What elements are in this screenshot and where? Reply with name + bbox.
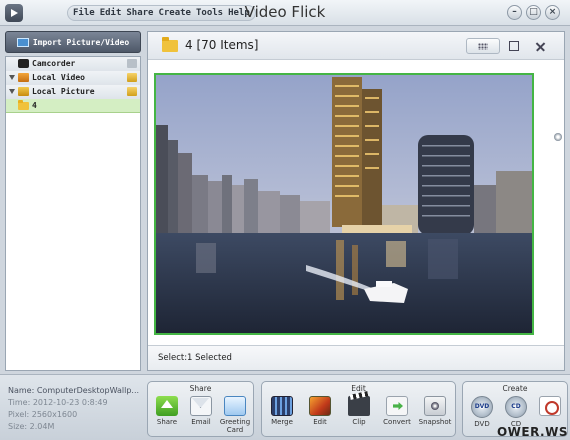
select-label: Select:	[158, 353, 188, 363]
cd-disc-icon: CD	[505, 396, 527, 418]
file-name: Name: ComputerDesktopWallp...	[8, 386, 140, 395]
expand-arrow-icon[interactable]	[9, 89, 15, 94]
link-icon	[539, 396, 561, 416]
photo-preview	[156, 75, 532, 333]
window-controls: – □ ×	[507, 5, 560, 20]
scroll-knob[interactable]	[554, 133, 562, 141]
menu-file[interactable]: File	[73, 8, 95, 18]
select-count: 1 Selected	[187, 353, 232, 363]
camcorder-action-icon[interactable]	[127, 59, 137, 68]
tool-label: Snapshot	[418, 418, 452, 426]
file-pixel: Pixel: 2560x1600	[8, 410, 78, 419]
email-icon	[190, 396, 212, 416]
status-bar: Select: 1 Selected	[148, 345, 564, 370]
email-button[interactable]: Email	[183, 396, 219, 426]
create-group-title: Create	[502, 384, 528, 393]
merge-button[interactable]: Merge	[264, 396, 300, 426]
folder-title: 4 [70 Items]	[185, 38, 259, 52]
edit-group-title: Edit	[351, 384, 366, 393]
tool-label: Convert	[383, 418, 411, 426]
maximize-icon[interactable]: □	[526, 5, 541, 20]
selected-photo[interactable]	[154, 73, 534, 335]
folder-icon	[18, 99, 29, 110]
edit-icon	[309, 396, 331, 416]
tree-item-label: Camcorder	[32, 59, 76, 68]
dvd-disc-icon: DVD	[471, 396, 493, 418]
tree-item-folder-4[interactable]: 4	[6, 99, 140, 113]
tree-item-local-picture[interactable]: Local Picture	[6, 85, 140, 99]
menu-bar: File Edit Share Create Tools Help	[67, 5, 256, 21]
folder-icon	[162, 37, 178, 52]
app-logo-icon	[5, 4, 23, 22]
expand-arrow-icon[interactable]	[9, 75, 15, 80]
view-mode-buttons	[466, 38, 554, 54]
tree-item-local-video[interactable]: Local Video	[6, 71, 140, 85]
add-video-folder-icon[interactable]	[127, 73, 137, 82]
share-group: Share Share Email Greeting Card	[147, 381, 254, 437]
tool-label: Email	[191, 418, 211, 426]
link-button[interactable]	[532, 396, 568, 418]
source-tree: Camcorder Local Video Local Picture 4	[5, 56, 141, 371]
minimize-icon[interactable]: –	[507, 5, 522, 20]
camera-icon	[424, 396, 446, 416]
fullscreen-button[interactable]	[527, 38, 554, 54]
vertical-scrollbar[interactable]	[554, 63, 562, 339]
tree-item-camcorder[interactable]: Camcorder	[6, 57, 140, 71]
convert-button[interactable]: Convert	[379, 396, 415, 426]
menu-share[interactable]: Share	[126, 8, 153, 18]
file-size: Size: 2.04M	[8, 422, 55, 431]
clapperboard-icon	[348, 396, 370, 416]
square-icon	[508, 41, 519, 51]
greeting-card-icon	[224, 396, 246, 416]
tree-item-label: Local Video	[32, 73, 85, 82]
import-button[interactable]: Import Picture/Video	[5, 31, 141, 53]
viewer-header: 4 [70 Items]	[148, 32, 564, 60]
picture-folder-icon	[18, 87, 29, 96]
sidebar: Import Picture/Video Camcorder Local Vid…	[5, 31, 141, 371]
fullscreen-icon	[535, 41, 546, 52]
snapshot-button[interactable]: Snapshot	[417, 396, 453, 426]
file-time: Time: 2012-10-23 0:8:49	[8, 398, 108, 407]
monitor-icon	[16, 37, 29, 47]
dvd-button[interactable]: DVD DVD	[464, 396, 500, 428]
menu-edit[interactable]: Edit	[100, 8, 122, 18]
menu-tools[interactable]: Tools	[196, 8, 223, 18]
greeting-card-button[interactable]: Greeting Card	[217, 396, 253, 434]
import-label: Import Picture/Video	[32, 37, 130, 47]
add-picture-folder-icon[interactable]	[127, 87, 137, 96]
share-icon	[156, 396, 178, 416]
tool-label: Share	[156, 418, 178, 426]
bottom-panel: Name: ComputerDesktopWallp... Time: 2012…	[0, 374, 570, 440]
tree-item-label: Local Picture	[32, 87, 95, 96]
menu-help[interactable]: Help	[228, 8, 250, 18]
file-info: Name: ComputerDesktopWallp... Time: 2012…	[8, 385, 139, 433]
camcorder-icon	[18, 59, 29, 68]
clip-button[interactable]: Clip	[341, 396, 377, 426]
grid-view-button[interactable]	[466, 38, 500, 54]
edit-group: Edit Merge Edit Clip Convert Snapshot	[261, 381, 456, 437]
media-viewer: 4 [70 Items] Select: 1 Selected	[147, 31, 565, 371]
menu-create[interactable]: Create	[158, 8, 191, 18]
edit-button[interactable]: Edit	[302, 396, 338, 426]
convert-icon	[386, 396, 408, 416]
watermark: OWER.WS	[496, 425, 568, 439]
tool-label: Edit	[313, 418, 327, 426]
video-folder-icon	[18, 73, 29, 82]
close-icon[interactable]: ×	[545, 5, 560, 20]
title-bar: File Edit Share Create Tools Help Video …	[0, 0, 570, 26]
tool-label: Greeting Card	[219, 418, 251, 434]
tool-label: Merge	[271, 418, 293, 426]
tool-label: Clip	[352, 418, 366, 426]
cd-button[interactable]: CD CD	[498, 396, 534, 428]
tree-item-label: 4	[32, 101, 37, 110]
tool-label: DVD	[474, 420, 490, 428]
single-view-button[interactable]	[500, 38, 527, 54]
share-group-title: Share	[189, 384, 212, 393]
merge-icon	[271, 396, 293, 416]
grid-icon	[478, 42, 488, 50]
share-button[interactable]: Share	[149, 396, 185, 426]
